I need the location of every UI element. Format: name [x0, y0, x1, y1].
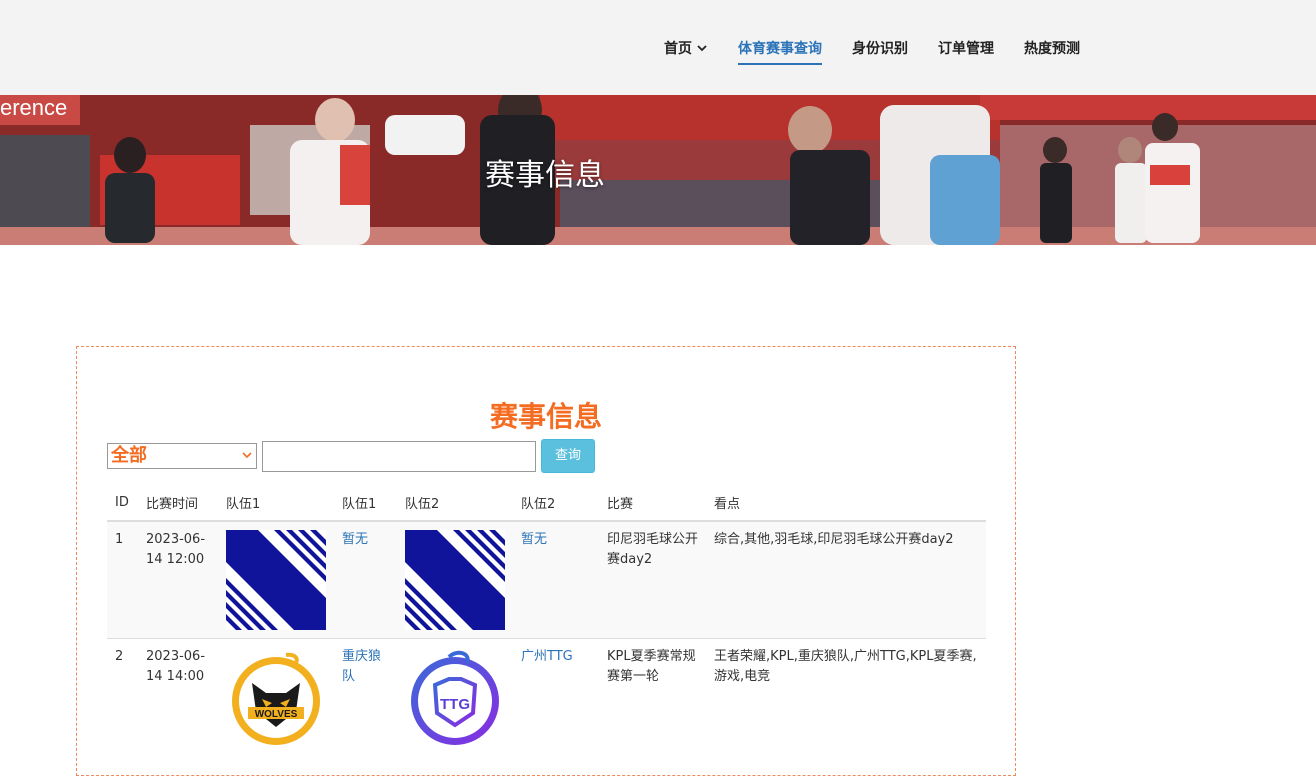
search-button[interactable]: 查询 [541, 439, 595, 473]
cell-team1-name[interactable]: 暂无 [334, 520, 397, 639]
svg-text:TTG: TTG [440, 696, 470, 713]
search-input[interactable] [262, 441, 536, 472]
banner-title: 赛事信息 [485, 158, 605, 193]
match-info-card: 赛事信息 全部 查询 ID 比赛时间 队伍1 队伍1 队伍2 队伍2 比赛 看点… [76, 346, 1016, 776]
col-header-team2-name: 队伍2 [513, 485, 599, 522]
nav-item-orders[interactable]: 订单管理 [938, 0, 994, 95]
cell-match: 印尼羽毛球公开赛day2 [599, 520, 706, 639]
nav-item-home[interactable]: 首页 [664, 0, 708, 95]
team1-link[interactable]: 重庆狼队 [342, 649, 381, 684]
col-header-team1-name: 队伍1 [334, 485, 397, 522]
table-header-row: ID 比赛时间 队伍1 队伍1 队伍2 队伍2 比赛 看点 [107, 485, 986, 522]
chevron-down-icon [697, 44, 707, 51]
col-header-time: 比赛时间 [138, 485, 218, 522]
col-header-team1-logo: 队伍1 [218, 485, 334, 522]
col-header-match: 比赛 [599, 485, 706, 522]
team2-link[interactable]: 广州TTG [521, 649, 573, 664]
top-nav-bar: 首页 体育赛事查询 身份识别 订单管理 热度预测 [0, 0, 1316, 95]
cell-highlights: 综合,其他,羽毛球,印尼羽毛球公开赛day2 [706, 520, 986, 639]
table-row: 2 2023-06-14 14:00 WOLVES 重庆狼队 TTG 广州TTG… [107, 638, 986, 755]
cell-time: 2023-06-14 14:00 [138, 638, 218, 755]
x-stripes-logo [226, 530, 326, 630]
cell-team2-name[interactable]: 广州TTG [513, 638, 599, 755]
chevron-down-icon [242, 452, 252, 459]
nav-item-identity[interactable]: 身份识别 [852, 0, 908, 95]
category-select-value: 全部 [111, 445, 147, 466]
table-row: 1 2023-06-14 12:00 暂无 暂无 印尼羽毛球公开赛day2 综合… [107, 520, 986, 639]
nav-item-label: 身份识别 [852, 40, 908, 57]
cell-team2-name[interactable]: 暂无 [513, 520, 599, 639]
svg-text:WOLVES: WOLVES [255, 709, 298, 720]
nav-item-label: 热度预测 [1024, 40, 1080, 57]
cell-team1-name[interactable]: 重庆狼队 [334, 638, 397, 755]
col-header-id: ID [107, 485, 138, 522]
x-stripes-logo [405, 530, 505, 630]
cell-team2-logo: TTG [397, 638, 513, 755]
nav-item-label: 订单管理 [938, 40, 994, 57]
cell-match: KPL夏季赛常规赛第一轮 [599, 638, 706, 755]
main-nav: 首页 体育赛事查询 身份识别 订单管理 热度预测 [664, 0, 1110, 95]
cell-team1-logo [218, 520, 334, 639]
ttg-logo: TTG [411, 650, 499, 745]
wolves-logo: WOLVES [232, 652, 320, 745]
cell-team1-logo: WOLVES [218, 638, 334, 755]
cell-id: 2 [107, 638, 138, 755]
arena-sign-text: erence [0, 95, 67, 120]
col-header-team2-logo: 队伍2 [397, 485, 513, 522]
cell-time: 2023-06-14 12:00 [138, 520, 218, 639]
card-title: 赛事信息 [489, 400, 602, 433]
cell-highlights: 王者荣耀,KPL,重庆狼队,广州TTG,KPL夏季赛,游戏,电竞 [706, 638, 986, 755]
team1-link[interactable]: 暂无 [342, 532, 368, 547]
cell-id: 1 [107, 520, 138, 639]
category-select[interactable]: 全部 [107, 443, 257, 469]
nav-item-label: 体育赛事查询 [738, 40, 822, 57]
cell-team2-logo [397, 520, 513, 639]
team2-link[interactable]: 暂无 [521, 532, 547, 547]
col-header-highlights: 看点 [706, 485, 986, 522]
match-table: ID 比赛时间 队伍1 队伍1 队伍2 队伍2 比赛 看点 1 2023-06-… [107, 485, 986, 755]
nav-item-heat-forecast[interactable]: 热度预测 [1024, 0, 1080, 95]
hero-banner: erence 赛事信息 [0, 95, 1316, 245]
nav-item-sports-query[interactable]: 体育赛事查询 [738, 0, 822, 95]
nav-item-label: 首页 [664, 40, 692, 57]
